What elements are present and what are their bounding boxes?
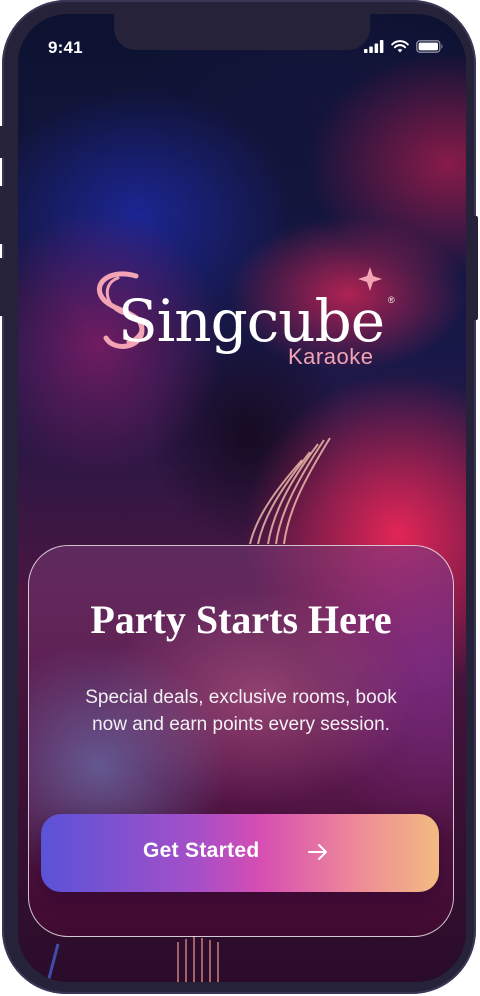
registered-mark: ® xyxy=(388,295,395,305)
brand-name: Singcube xyxy=(118,287,385,355)
phone-side-button xyxy=(0,126,4,158)
signal-icon xyxy=(364,40,384,53)
get-started-label: Get Started xyxy=(143,839,260,862)
welcome-card: Party Starts Here Special deals, exclusi… xyxy=(28,545,454,937)
battery-icon xyxy=(416,40,443,53)
device-notch xyxy=(114,14,370,50)
phone-side-button xyxy=(472,216,478,320)
app-screen: 9:41 Singcube ® Karaoke Party Starts Her… xyxy=(18,14,466,982)
arrow-right-icon xyxy=(308,844,327,860)
phone-side-button xyxy=(0,258,4,316)
get-started-button[interactable]: Get Started xyxy=(41,814,439,892)
brand-subtitle: Karaoke xyxy=(288,344,374,369)
status-icons xyxy=(364,40,444,53)
hero-title: Party Starts Here xyxy=(90,597,392,642)
phone-frame: 9:41 Singcube ® Karaoke Party Starts Her… xyxy=(0,0,478,994)
hero-description: Special deals, exclusive rooms, book now… xyxy=(85,687,397,735)
phone-side-button xyxy=(0,186,4,244)
status-time: 9:41 xyxy=(48,38,83,57)
wifi-icon xyxy=(391,40,409,53)
